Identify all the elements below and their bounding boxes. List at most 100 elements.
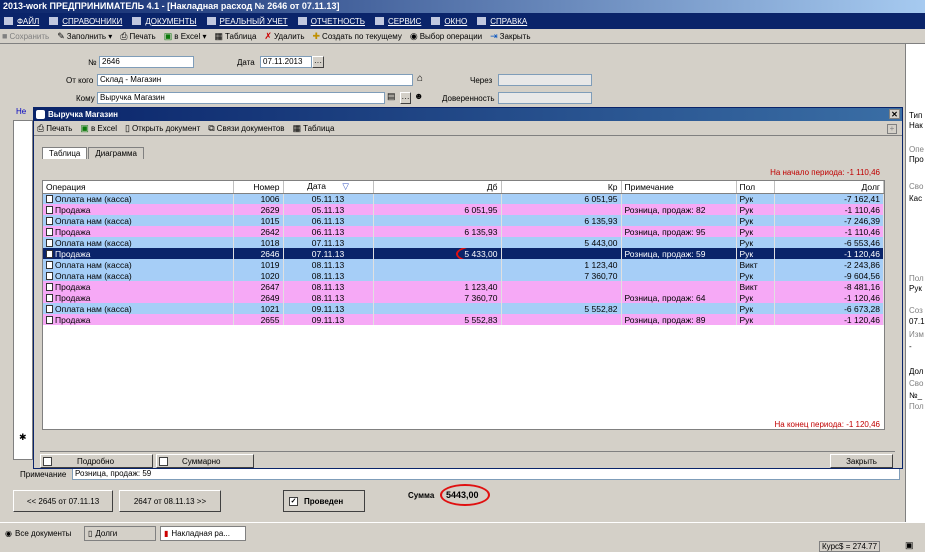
table-row[interactable]: Продажа 2629 05.11.13 6 051,95 Розница, прод… <box>43 204 884 215</box>
window-excel-button[interactable]: ▣ в Excel <box>80 123 117 134</box>
row-date: 08.11.13 <box>283 281 374 292</box>
to-picker-button[interactable]: ··· <box>400 92 411 104</box>
document-icon <box>46 304 53 313</box>
save-button[interactable]: ■ Сохранить <box>2 31 49 41</box>
row-debt: -2 243,86 <box>774 259 884 270</box>
table-row[interactable]: Оплата нам (касса) 1021 09.11.13 5 552,82 Ру… <box>43 303 884 314</box>
table-row[interactable]: Оплата нам (касса) 1018 07.11.13 5 443,00 Ру… <box>43 237 884 248</box>
menu-directories[interactable]: СПРАВОЧНИКИ <box>49 17 122 26</box>
row-operation: Оплата нам (касса) <box>43 270 234 281</box>
window-app-icon <box>36 110 45 119</box>
menu-real-accounting[interactable]: РЕАЛЬНЫЙ УЧЕТ <box>206 17 288 26</box>
menu-help[interactable]: СПРАВКА <box>477 17 527 26</box>
posted-toggle[interactable]: ✓ Проведен <box>283 490 365 512</box>
prev-document-button[interactable]: << 2645 от 07.11.13 <box>13 490 113 512</box>
calendar-icon[interactable]: ▣ <box>905 540 914 551</box>
left-tab-1[interactable]: Не <box>16 107 26 116</box>
col-note[interactable]: Примечание <box>621 181 737 194</box>
document-icon <box>46 216 53 225</box>
window-close-button[interactable]: Закрыть <box>830 454 893 468</box>
fill-button[interactable]: ✎ Заполнить ▾ <box>57 31 112 42</box>
col-operation[interactable]: Операция <box>43 181 234 194</box>
to-field[interactable]: Выручка Магазин <box>97 92 385 104</box>
table-button[interactable]: ▦ Таблица <box>215 31 257 42</box>
note-field[interactable]: Розница, продаж: 59 <box>72 468 900 480</box>
row-credit <box>501 281 622 292</box>
invoice-task-button[interactable]: ▮ Накладная ра... <box>160 526 246 541</box>
row-pol: Рук <box>736 226 775 237</box>
user-icon[interactable]: ☻ <box>414 91 423 101</box>
row-note <box>621 193 737 204</box>
power-of-attorney-field[interactable] <box>498 92 592 104</box>
col-pol[interactable]: Пол <box>736 181 775 194</box>
row-note <box>621 303 737 314</box>
close-toolbar-button[interactable]: ⇥ Закрыть <box>490 31 530 42</box>
row-pol: Рук <box>736 248 775 259</box>
row-number: 1020 <box>233 270 284 281</box>
table-row[interactable]: Оплата нам (касса) 1015 06.11.13 6 135,93 Ру… <box>43 215 884 226</box>
rp-op-label: Опе <box>909 145 925 154</box>
from-field[interactable]: Склад - Магазин <box>97 74 413 86</box>
row-operation: Продажа <box>43 281 234 292</box>
print-button[interactable]: ⎙ Печать <box>120 31 155 42</box>
number-field[interactable]: 2646 <box>99 56 194 68</box>
create-by-current-button[interactable]: ✚ Создать по текущему <box>313 31 402 42</box>
menu-service[interactable]: СЕРВИС <box>375 17 421 26</box>
row-note: Розница, продаж: 64 <box>621 292 737 303</box>
row-date: 09.11.13 <box>283 314 374 325</box>
next-document-button[interactable]: 2647 от 08.11.13 >> <box>119 490 221 512</box>
tab-table[interactable]: Таблица <box>42 147 88 159</box>
col-date[interactable]: Дата ▽ <box>283 181 374 194</box>
sum-label: Сумма <box>408 491 435 500</box>
table-row[interactable]: Продажа 2655 09.11.13 5 552,83 Розница, прод… <box>43 314 884 325</box>
col-number[interactable]: Номер <box>233 181 284 194</box>
home-icon[interactable]: ⌂ <box>417 73 423 84</box>
document-links-button[interactable]: ⧉ Связи документов <box>208 123 284 134</box>
debts-button[interactable]: ▯ Долги <box>84 526 156 541</box>
tab-diagram[interactable]: Диаграмма <box>88 147 144 159</box>
col-credit[interactable]: Кр <box>501 181 622 194</box>
detail-toggle[interactable]: Подробно <box>40 454 153 468</box>
menu-reports[interactable]: ОТЧЕТНОСТЬ <box>297 17 365 26</box>
table-row[interactable]: Оплата нам (касса) 1006 05.11.13 6 051,95 Ру… <box>43 193 884 204</box>
all-documents-button[interactable]: ◉ Все документы <box>2 526 82 541</box>
table-icon: ▦ <box>214 30 224 41</box>
document-icon: ▯ <box>88 529 93 538</box>
expand-icon[interactable]: + <box>887 124 897 134</box>
col-debit[interactable]: Дб <box>373 181 502 194</box>
table-row[interactable]: Оплата нам (касса) 1020 08.11.13 7 360,70 Ру… <box>43 270 884 281</box>
table-row[interactable]: Продажа 2647 08.11.13 1 123,40 Викт -8 481,16 <box>43 281 884 292</box>
summary-toggle[interactable]: Суммарно <box>156 454 254 468</box>
row-pol: Рук <box>736 193 775 204</box>
revenue-window-title-bar[interactable]: Выручка Магазин ✕ <box>34 108 902 121</box>
date-picker-button[interactable]: ··· <box>312 56 324 68</box>
menu-documents[interactable]: ДОКУМЕНТЫ <box>132 17 197 26</box>
table-row[interactable]: Продажа 2646 07.11.13 5 433,00 Розница, прод… <box>43 248 884 259</box>
date-field[interactable]: 07.11.2013 <box>260 56 312 68</box>
row-note: Розница, продаж: 89 <box>621 314 737 325</box>
via-field[interactable] <box>498 74 592 86</box>
excel-button[interactable]: ▣ в Excel ▾ <box>164 31 207 42</box>
row-pol: Рук <box>736 314 775 325</box>
row-debt: -1 120,46 <box>774 314 884 325</box>
window-close-icon[interactable]: ✕ <box>889 109 900 119</box>
select-operation-button[interactable]: ◉ Выбор операции <box>410 31 482 42</box>
table-row[interactable]: Продажа 2649 08.11.13 7 360,70 Розница, прод… <box>43 292 884 303</box>
posted-checkbox[interactable]: ✓ <box>289 496 298 506</box>
row-note <box>621 281 737 292</box>
row-operation: Оплата нам (касса) <box>43 215 234 226</box>
delete-button[interactable]: ✗ Удалить <box>264 31 304 42</box>
contact-card-icon[interactable]: ▤ <box>387 91 396 102</box>
revenue-window: Выручка Магазин ✕ ⎙ Печать ▣ в Excel ▯ Откр… <box>33 107 903 469</box>
table-row[interactable]: Оплата нам (касса) 1019 08.11.13 1 123,40 Ви… <box>43 259 884 270</box>
menu-file[interactable]: ФАЙЛ <box>4 17 39 26</box>
row-debit: 1 123,40 <box>373 281 502 292</box>
menu-window[interactable]: ОКНО <box>431 17 467 26</box>
window-print-button[interactable]: ⎙ Печать <box>37 123 72 134</box>
col-debt[interactable]: Долг <box>774 181 884 194</box>
summary-checkbox[interactable] <box>159 456 168 466</box>
table-row[interactable]: Продажа 2642 06.11.13 6 135,93 Розница, прод… <box>43 226 884 237</box>
open-document-button[interactable]: ▯ Открыть документ <box>125 123 200 134</box>
detail-checkbox[interactable] <box>43 456 52 466</box>
window-table-button[interactable]: ▦ Таблица <box>293 123 335 134</box>
